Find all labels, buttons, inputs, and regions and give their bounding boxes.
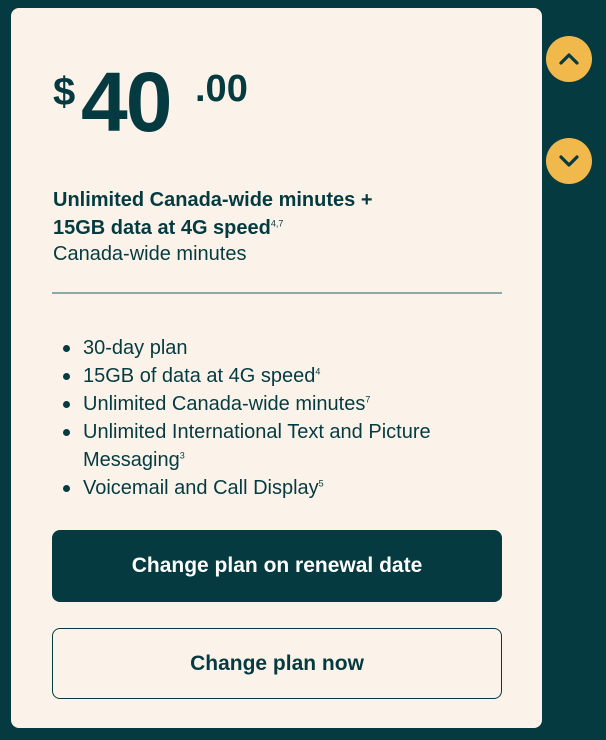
change-plan-renewal-button[interactable]: Change plan on renewal date — [52, 530, 502, 602]
list-item: Voicemail and Call Display5 — [53, 474, 503, 502]
list-item: Unlimited International Text and Picture… — [53, 418, 503, 474]
feature-list: 30-day plan 15GB of data at 4G speed4 Un… — [53, 334, 503, 502]
price-currency: $ — [53, 70, 76, 114]
divider — [52, 292, 502, 294]
plan-headline-line2: 15GB data at 4G speed — [53, 217, 271, 239]
bullet-icon — [63, 401, 70, 408]
price-dollars: 40 — [81, 55, 172, 149]
scroll-down-button[interactable] — [546, 138, 592, 184]
bullet-icon — [63, 485, 70, 492]
bullet-icon — [63, 429, 70, 436]
list-item: 30-day plan — [53, 334, 503, 362]
price-cents: .00 — [195, 68, 248, 110]
list-item: Unlimited Canada-wide minutes7 — [53, 390, 503, 418]
list-item: 15GB of data at 4G speed4 — [53, 362, 503, 390]
plan-card: $ 40 .00 Unlimited Canada-wide minutes +… — [11, 8, 542, 728]
plan-headline-line1: Unlimited Canada-wide minutes + — [53, 189, 373, 211]
scroll-up-button[interactable] — [546, 36, 592, 82]
chevron-down-icon — [559, 155, 579, 167]
bullet-icon — [63, 373, 70, 380]
plan-subhead: Canada-wide minutes — [53, 243, 247, 265]
plan-headline: Unlimited Canada-wide minutes + 15GB dat… — [53, 186, 493, 242]
bullet-icon — [63, 345, 70, 352]
change-plan-now-button[interactable]: Change plan now — [52, 628, 502, 699]
chevron-up-icon — [559, 53, 579, 65]
headline-footnote: 4,7 — [270, 218, 284, 229]
